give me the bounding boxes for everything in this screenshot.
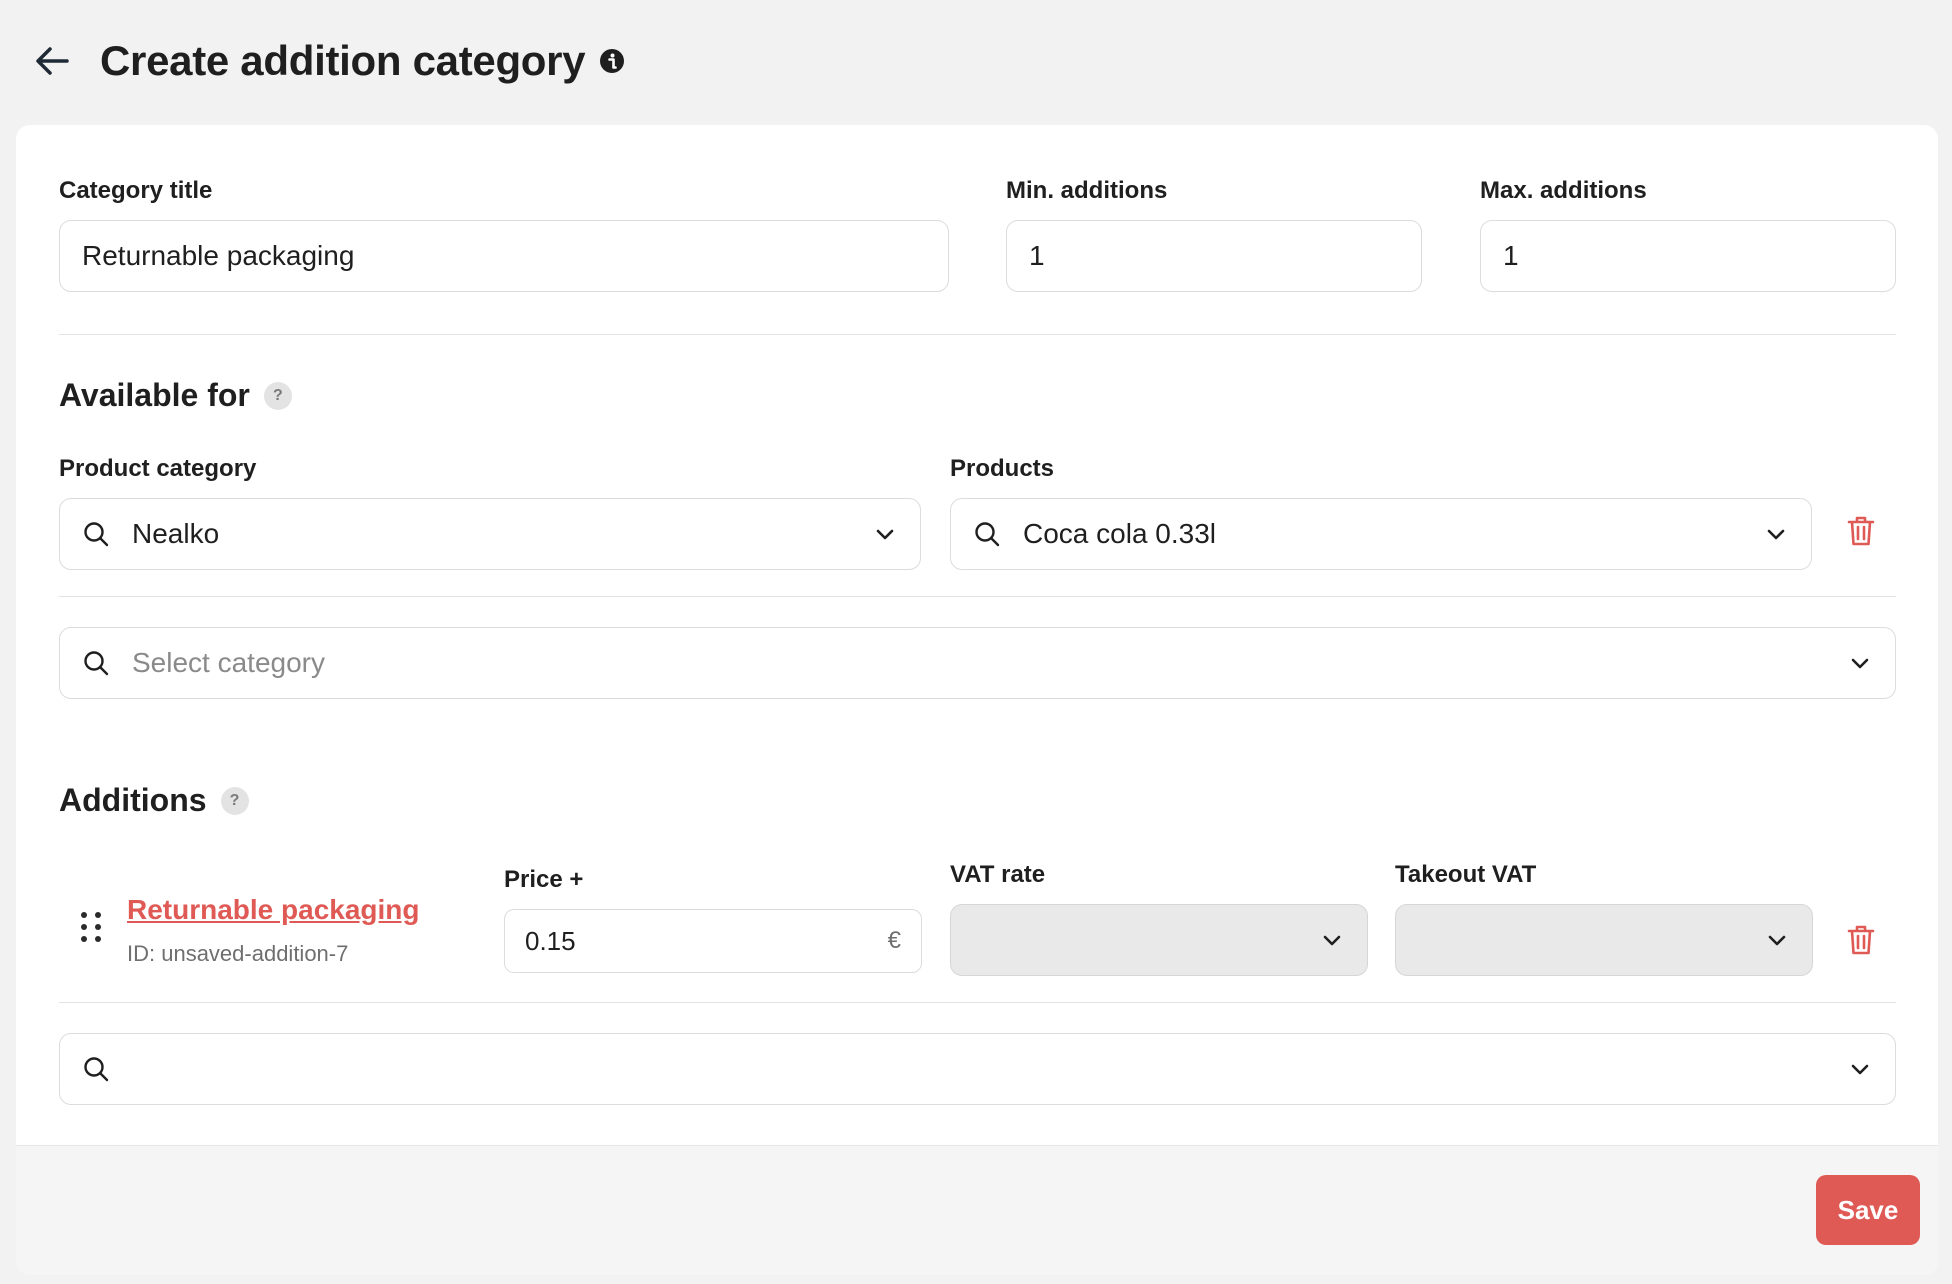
price-input[interactable]: 0.15 € xyxy=(504,909,922,973)
max-additions-label: Max. additions xyxy=(1480,177,1647,204)
additions-title: Additions ? xyxy=(59,782,249,819)
help-icon[interactable]: ? xyxy=(263,381,292,410)
max-additions-input[interactable]: 1 xyxy=(1480,220,1896,292)
min-additions-value: 1 xyxy=(1029,240,1045,271)
save-button[interactable]: Save xyxy=(1816,1175,1920,1245)
product-category-select[interactable]: Nealko xyxy=(59,498,921,570)
products-value: Coca cola 0.33l xyxy=(1023,518,1217,549)
chevron-down-icon xyxy=(872,521,898,547)
form-card: Category title Returnable packaging Min.… xyxy=(16,125,1938,1275)
product-category-label: Product category xyxy=(59,455,257,482)
add-addition-dropdown[interactable] xyxy=(59,1033,1896,1105)
chevron-down-icon xyxy=(1764,927,1790,953)
trash-icon xyxy=(1847,516,1875,546)
available-for-title: Available for ? xyxy=(59,377,292,414)
info-icon[interactable] xyxy=(599,48,625,74)
currency-symbol: € xyxy=(887,927,901,954)
max-additions-value: 1 xyxy=(1503,240,1519,271)
products-select[interactable]: Coca cola 0.33l xyxy=(950,498,1812,570)
search-icon xyxy=(82,1055,110,1083)
min-additions-label: Min. additions xyxy=(1006,177,1168,204)
trash-icon xyxy=(1847,925,1875,955)
select-category-placeholder: Select category xyxy=(132,647,325,678)
divider xyxy=(59,1002,1896,1003)
chevron-down-icon xyxy=(1763,521,1789,547)
takeout-vat-label: Takeout VAT xyxy=(1395,861,1537,888)
price-value: 0.15 xyxy=(525,925,576,956)
vat-rate-label: VAT rate xyxy=(950,861,1046,888)
delete-addition-button[interactable] xyxy=(1843,922,1879,958)
addition-name-link[interactable]: Returnable packaging xyxy=(127,894,420,926)
category-title-value: Returnable packaging xyxy=(82,240,355,271)
chevron-down-icon xyxy=(1847,650,1873,676)
chevron-down-icon xyxy=(1847,1056,1873,1082)
additions-title-text: Additions xyxy=(59,782,207,818)
divider xyxy=(59,596,1896,597)
card-footer: Save xyxy=(16,1145,1938,1275)
divider xyxy=(59,334,1896,335)
page-header: Create addition category xyxy=(30,30,625,92)
search-icon xyxy=(973,520,1001,548)
category-title-input[interactable]: Returnable packaging xyxy=(59,220,949,292)
takeout-vat-select[interactable] xyxy=(1395,904,1813,976)
product-category-value: Nealko xyxy=(132,518,220,549)
search-icon xyxy=(82,520,110,548)
page-title: Create addition category xyxy=(100,37,586,84)
available-for-title-text: Available for xyxy=(59,377,250,413)
price-label: Price + xyxy=(504,866,584,893)
delete-availability-button[interactable] xyxy=(1843,513,1879,549)
arrow-left-icon xyxy=(36,47,69,75)
drag-handle-icon[interactable] xyxy=(80,909,104,945)
help-icon[interactable]: ? xyxy=(220,786,249,815)
select-category-dropdown[interactable]: Select category xyxy=(59,627,1896,699)
vat-rate-select[interactable] xyxy=(950,904,1368,976)
page: Create addition category Category title … xyxy=(0,0,1952,1284)
back-button[interactable] xyxy=(30,39,74,83)
addition-id: ID: unsaved-addition-7 xyxy=(127,941,349,966)
min-additions-input[interactable]: 1 xyxy=(1006,220,1422,292)
search-icon xyxy=(82,649,110,677)
products-label: Products xyxy=(950,455,1055,482)
chevron-down-icon xyxy=(1319,927,1345,953)
category-title-label: Category title xyxy=(59,177,213,204)
